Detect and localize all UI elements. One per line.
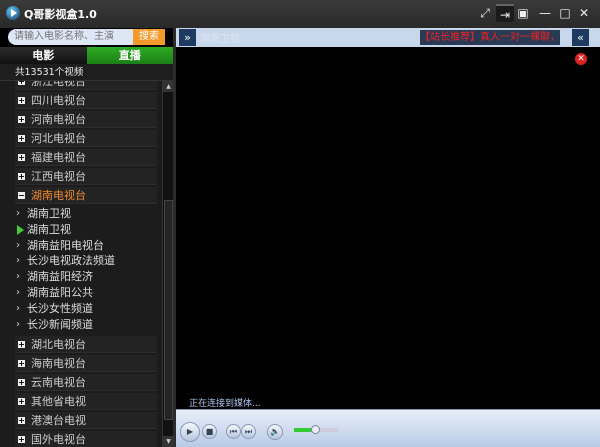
- player-controls: ▶ ■ ⏮ ⏭ 🔈: [176, 409, 600, 447]
- item-label: 湖南卫视: [27, 222, 71, 236]
- ad-banner[interactable]: 【站长推荐】真人一对一裸聊，想: [420, 30, 560, 45]
- item-label: 长沙新闻频道: [27, 317, 93, 331]
- close-icon[interactable]: ✕: [575, 4, 593, 22]
- channel-group[interactable]: + 国外电视台: [15, 431, 157, 447]
- item-label: 江西电视台: [31, 170, 86, 183]
- search-input[interactable]: [8, 29, 133, 45]
- expand-icon[interactable]: +: [18, 417, 25, 425]
- play-icon[interactable]: ▶: [180, 422, 200, 442]
- item-label: 长沙女性频道: [27, 301, 93, 315]
- volume-knob[interactable]: [311, 425, 320, 434]
- channel-group[interactable]: + 河南电视台: [15, 111, 157, 128]
- expand-icon[interactable]: +: [18, 398, 25, 406]
- channel-item[interactable]: › 湖南卫视: [14, 206, 71, 222]
- video-area[interactable]: ✕ 正在连接到媒体...: [176, 47, 600, 409]
- expand-icon[interactable]: +: [18, 81, 25, 86]
- title-bar: Q哥影视盒1.0 ⤢ ⇥ ▣ — □ ✕: [0, 0, 600, 27]
- channel-item[interactable]: › 湖南益阳经济: [14, 269, 93, 285]
- scroll-up-button[interactable]: ▲: [163, 81, 174, 92]
- item-label: 浙江电视台: [31, 81, 86, 88]
- channel-group[interactable]: + 其他省电视: [15, 393, 157, 411]
- item-label: 河南电视台: [31, 113, 86, 126]
- playing-icon: [17, 224, 24, 235]
- item-label: 港澳台电视: [31, 414, 86, 428]
- channel-item[interactable]: 湖南卫视: [14, 222, 71, 238]
- item-label: 其他省电视: [31, 395, 86, 409]
- item-label: 湖南益阳经济: [27, 270, 93, 284]
- channel-item[interactable]: › 长沙电视政法频道: [14, 253, 115, 269]
- expand-icon[interactable]: +: [18, 173, 25, 181]
- item-label: 湖南益阳公共: [27, 286, 93, 299]
- chevron-right-icon: ›: [16, 255, 20, 267]
- expand-icon[interactable]: ⤢: [476, 4, 494, 22]
- item-label: 云南电视台: [31, 376, 86, 390]
- channel-item[interactable]: › 湖南益阳电视台: [14, 238, 104, 254]
- item-label: 湖南电视台: [31, 189, 86, 202]
- item-label: 海南电视台: [31, 357, 86, 371]
- mini-mode-icon[interactable]: ▣: [514, 4, 532, 22]
- channel-group-open[interactable]: − 湖南电视台: [15, 187, 157, 204]
- scroll-thumb[interactable]: [164, 200, 173, 420]
- channel-item[interactable]: › 长沙新闻频道: [14, 317, 93, 333]
- item-label: 湖北电视台: [31, 338, 86, 352]
- maximize-icon[interactable]: □: [556, 4, 574, 22]
- item-label: 国外电视台: [31, 433, 86, 447]
- minimize-icon[interactable]: —: [536, 4, 554, 22]
- search-bar: 搜索: [0, 28, 173, 47]
- scrollbar[interactable]: ▲ ▼: [162, 81, 174, 447]
- item-label: 湖南益阳电视台: [27, 238, 104, 252]
- video-count: 共13531个视频: [0, 64, 173, 81]
- item-label: 福建电视台: [31, 151, 86, 164]
- tab-movies[interactable]: 电影: [0, 47, 87, 64]
- category-tabs: 电影 直播: [0, 47, 173, 64]
- channel-group[interactable]: + 海南电视台: [15, 355, 157, 373]
- next-icon[interactable]: ⏭: [241, 424, 256, 439]
- pin-icon[interactable]: ⇥: [496, 4, 514, 22]
- status-text: 正在连接到媒体...: [189, 399, 261, 409]
- channel-group[interactable]: + 湖北电视台: [15, 336, 157, 354]
- chevron-right-icon: ›: [16, 208, 20, 219]
- chevron-right-icon: ›: [16, 239, 20, 251]
- channel-group[interactable]: + 河北电视台: [15, 130, 157, 147]
- channel-list: + 浙江电视台 + 四川电视台 + 河南电视台 + 河北电视台 + 福建电视台 + 江西电视台 − 湖南电…: [0, 81, 162, 447]
- expand-icon[interactable]: +: [18, 360, 25, 368]
- chevron-right-icon: ›: [16, 287, 20, 298]
- channel-group[interactable]: + 浙江电视台: [15, 81, 157, 90]
- expand-icon[interactable]: +: [18, 379, 25, 387]
- app-logo-icon: [6, 6, 20, 20]
- previous-icon[interactable]: ⏮: [226, 424, 241, 439]
- expand-list-icon[interactable]: »: [179, 29, 196, 46]
- channel-item[interactable]: › 湖南益阳公共: [14, 285, 93, 301]
- channel-group[interactable]: + 四川电视台: [15, 92, 157, 109]
- collapse-list-icon[interactable]: «: [572, 29, 589, 46]
- player-header: » 湖南卫视 【站长推荐】真人一对一裸聊，想 «: [176, 28, 600, 47]
- expand-icon[interactable]: +: [18, 436, 25, 444]
- item-label: 湖南卫视: [27, 207, 71, 220]
- item-label: 四川电视台: [31, 94, 86, 107]
- channel-item[interactable]: › 长沙女性频道: [14, 301, 93, 317]
- volume-icon[interactable]: 🔈: [267, 424, 283, 440]
- collapse-icon[interactable]: −: [18, 192, 25, 200]
- expand-icon[interactable]: +: [18, 341, 25, 349]
- item-label: 长沙电视政法频道: [27, 254, 115, 268]
- channel-group[interactable]: + 江西电视台: [15, 168, 157, 185]
- search-button[interactable]: 搜索: [133, 29, 165, 45]
- app-title: Q哥影视盒1.0: [24, 8, 97, 21]
- close-video-icon[interactable]: ✕: [575, 53, 587, 65]
- expand-icon[interactable]: +: [18, 135, 25, 143]
- expand-icon[interactable]: +: [18, 97, 25, 105]
- tab-live[interactable]: 直播: [86, 47, 173, 64]
- item-label: 河北电视台: [31, 132, 86, 145]
- chevron-right-icon: ›: [16, 271, 20, 283]
- expand-icon[interactable]: +: [18, 116, 25, 124]
- now-playing-title: 湖南卫视: [200, 34, 240, 45]
- channel-group[interactable]: + 云南电视台: [15, 374, 157, 392]
- scroll-down-button[interactable]: ▼: [163, 436, 174, 447]
- chevron-right-icon: ›: [16, 302, 20, 314]
- expand-icon[interactable]: +: [18, 154, 25, 162]
- channel-group[interactable]: + 港澳台电视: [15, 412, 157, 430]
- stop-icon[interactable]: ■: [202, 424, 217, 439]
- chevron-right-icon: ›: [16, 318, 20, 330]
- channel-group[interactable]: + 福建电视台: [15, 149, 157, 166]
